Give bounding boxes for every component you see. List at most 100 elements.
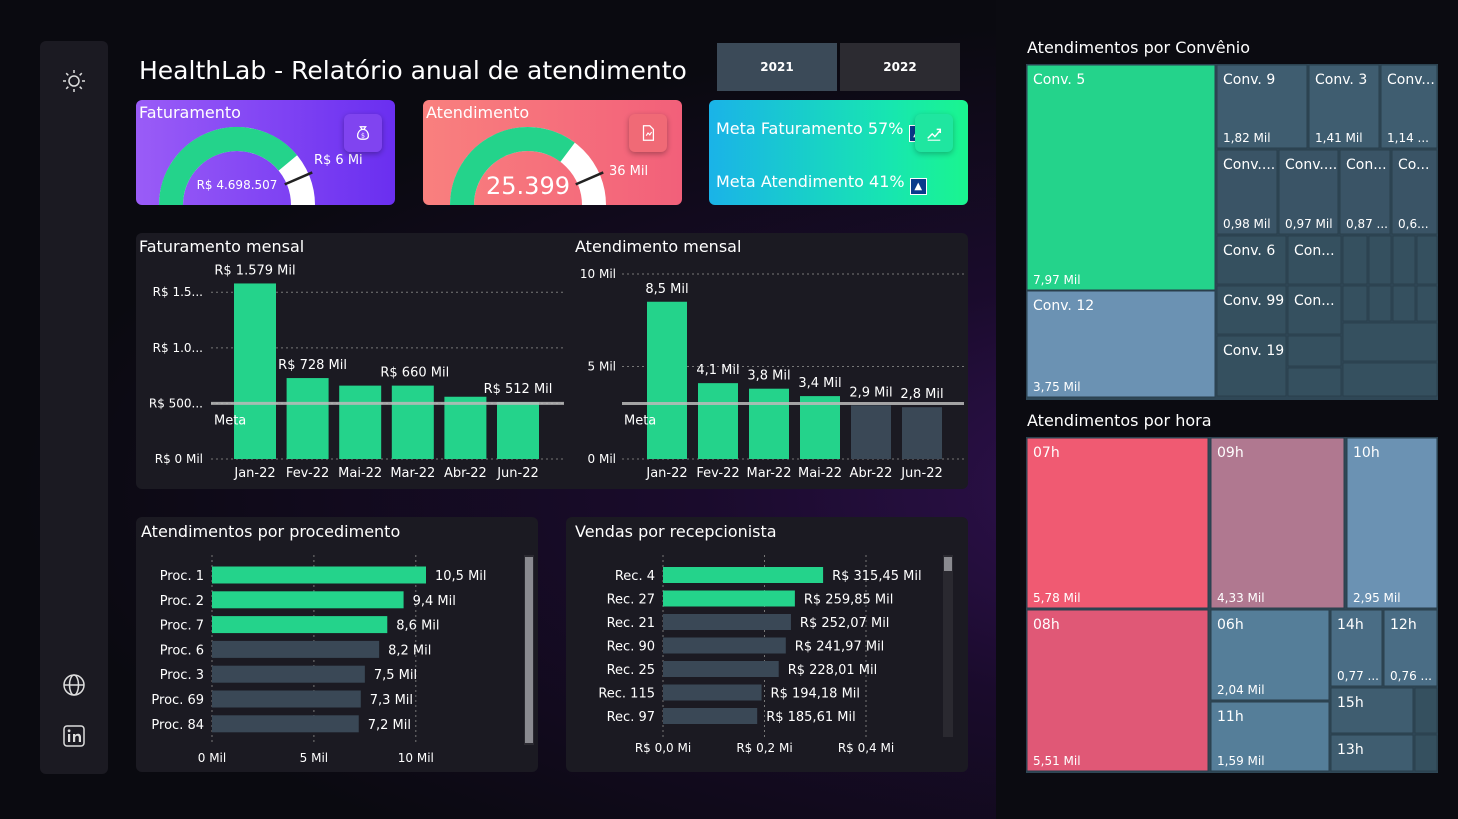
treemap-cell-label: Conv. 5 [1033, 72, 1085, 88]
treemap-cell-small [1287, 335, 1342, 367]
y-tick-label: Proc. 69 [151, 693, 204, 708]
y-tick-label: R$ 1.0... [153, 341, 203, 355]
up-triangle-icon: ▲ [909, 178, 927, 195]
treemap-cell-label: Conv. 3 [1315, 72, 1367, 88]
treemap-cell-value: 0,6... [1398, 217, 1429, 231]
meta-faturamento-label: Meta Faturamento 57% [716, 119, 904, 138]
scrollbar-track[interactable] [943, 555, 953, 737]
scrollbar-thumb[interactable] [525, 557, 533, 743]
treemap-cell-value: 1,14 ... [1387, 131, 1429, 145]
treemap-cell-small [1342, 235, 1368, 285]
treemap-cell-label: Conv. 9 [1223, 72, 1275, 88]
treemap-cell-small [1342, 285, 1368, 322]
sidebar [40, 41, 108, 774]
data-label: 8,2 Mil [388, 643, 431, 658]
globe-icon[interactable] [60, 671, 88, 699]
gauge-value: 25.399 [486, 172, 570, 200]
treemap-cell-label: 06h [1217, 617, 1244, 633]
treemap-cell-label: 11h [1217, 709, 1244, 725]
bar [663, 684, 762, 701]
atendimento-mensal-chart: 0 Mil 5 Mil 10 Mil Jan-22 8,5 Mil Fev-22 4,1 M… [580, 267, 964, 481]
gauge-target-label: R$ 6 Mi [314, 153, 363, 168]
data-label: R$ 185,61 Mil [766, 710, 856, 725]
page-title: HealthLab - Relatório anual de atendimen… [139, 56, 687, 85]
scrollbar-thumb[interactable] [944, 557, 952, 571]
treemap-cell-value: 0,87 ... [1346, 217, 1388, 231]
treemap-cell-label: Conv. 12 [1033, 298, 1094, 314]
meta-label: Meta [624, 414, 656, 429]
treemap-cell-label: Con... [1346, 157, 1387, 173]
treemap-cell-value: 2,04 Mil [1217, 683, 1265, 697]
meta-atendimento-label: Meta Atendimento 41% [716, 172, 905, 191]
monthly-charts-panel: Faturamento mensal Atendimento mensal R$… [136, 233, 968, 489]
treemap-cell-value: 1,82 Mil [1223, 131, 1271, 145]
data-label: 4,1 Mil [696, 363, 739, 378]
x-tick-label: Jan-22 [233, 466, 275, 481]
svg-text:$: $ [361, 133, 365, 140]
meta-faturamento-text: Meta Faturamento 57% ▲ [716, 119, 926, 142]
treemap-cell-small [1342, 362, 1438, 397]
kpi-card-faturamento: Faturamento R$ 4.698.507 R$ 6 Mi $ [136, 100, 395, 205]
treemap-cell-value: 2,95 Mil [1353, 591, 1401, 605]
bar [663, 637, 786, 654]
data-label: R$ 194,18 Mil [771, 687, 861, 702]
treemap-convenio: Conv. 5 7,97 Mil Conv. 12 3,75 Mil Conv. 9 1,… [1026, 64, 1438, 400]
kpi-card-atendimento: Atendimento 25.399 36 Mil [423, 100, 682, 205]
bar [663, 708, 758, 724]
treemap-cell-label: 12h [1390, 617, 1417, 633]
treemap-cell-small [1416, 235, 1438, 285]
bar [497, 402, 539, 459]
data-label: R$ 728 Mil [278, 358, 347, 373]
y-tick-label: Proc. 2 [160, 594, 204, 609]
treemap-cell-small [1287, 367, 1342, 397]
treemap-cell-value: 0,76 ... [1390, 669, 1432, 683]
bar [444, 396, 487, 459]
y-tick-label: R$ 0 Mil [155, 452, 203, 466]
data-label: 10,5 Mil [435, 569, 487, 584]
data-label: R$ 315,45 Mil [832, 569, 922, 584]
meta-atendimento-text: Meta Atendimento 41% ▲ [716, 172, 927, 195]
data-label: R$ 259,85 Mil [804, 593, 894, 608]
y-tick-label: Rec. 25 [607, 663, 655, 678]
bar [647, 301, 687, 459]
treemap-cell-label: 13h [1337, 742, 1364, 758]
x-tick-label: Mar-22 [747, 466, 792, 481]
treemap-cell-label: 15h [1337, 695, 1364, 711]
treemap-cell-label: 08h [1033, 617, 1060, 633]
y-tick-label: 0 Mil [588, 452, 616, 466]
procedimento-panel: Atendimentos por procedimento 0 Mil 5 Mil… [136, 517, 538, 772]
year-button-2021[interactable]: 2021 [717, 43, 837, 91]
treemap-cell [1026, 609, 1209, 772]
money-bag-icon: $ [344, 114, 382, 152]
data-label: R$ 252,07 Mil [800, 616, 890, 631]
treemap-cell-label: Conv.... [1285, 157, 1337, 173]
y-tick-label: R$ 500... [149, 396, 203, 410]
bar [851, 405, 891, 459]
x-tick-label: 5 Mil [300, 751, 328, 765]
treemap-cell-label: Conv. 99 [1223, 293, 1284, 309]
treemap-cell-label: 09h [1217, 445, 1244, 461]
bar [749, 388, 789, 459]
treemap-cell-label: Conv. 6 [1223, 243, 1275, 259]
treemap-hora: 07h 5,78 Mil 09h 4,33 Mil 10h 2,95 Mil 08h 5,51… [1026, 437, 1438, 773]
year-button-2022[interactable]: 2022 [840, 43, 960, 91]
y-tick-label: 10 Mil [580, 267, 616, 281]
treemap-cell-value: 0,77 ... [1337, 669, 1379, 683]
x-tick-label: Jun-22 [900, 466, 943, 481]
data-label: 8,6 Mil [396, 619, 439, 634]
treemap-cell-small [1414, 734, 1438, 772]
data-label: 3,4 Mil [798, 376, 841, 391]
treemap-cell-value: 3,75 Mil [1033, 380, 1081, 394]
treemap-cell-small [1342, 322, 1438, 362]
y-tick-label: Rec. 90 [607, 640, 655, 655]
scrollbar-track[interactable] [524, 555, 534, 745]
sun-icon[interactable] [60, 67, 88, 95]
x-tick-label: Mar-22 [390, 466, 435, 481]
bar [902, 407, 942, 459]
year-label: 2021 [760, 60, 794, 74]
x-tick-label: Fev-22 [286, 466, 329, 481]
x-tick-label: Fev-22 [696, 466, 739, 481]
treemap-title-convenio: Atendimentos por Convênio [1027, 38, 1250, 57]
y-tick-label: R$ 1.5... [153, 285, 203, 299]
linkedin-icon[interactable] [60, 722, 88, 750]
